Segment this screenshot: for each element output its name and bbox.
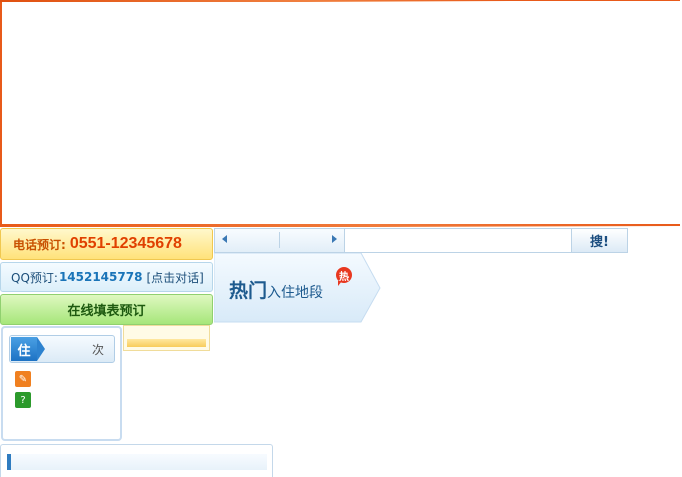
stay-panel: 住 次 ✎ ? <box>1 326 122 441</box>
hot-area-title: 热门入住地段 <box>229 276 323 303</box>
info-icon[interactable]: ? <box>15 392 31 408</box>
phone-label: 电话预订: <box>13 237 66 252</box>
bottom-panel-header <box>7 454 267 470</box>
stay-tag-arrow <box>37 337 45 361</box>
qq-chat-link[interactable]: [点击对话] <box>146 269 203 286</box>
stay-count: 次 <box>91 343 104 357</box>
stay-tag: 住 <box>11 337 37 361</box>
stay-header: 住 次 <box>9 335 115 363</box>
top-banner <box>0 0 680 226</box>
hot-tag-tail <box>338 281 342 286</box>
category-scroller <box>215 229 345 252</box>
yellow-tab[interactable] <box>123 325 210 351</box>
qq-number: 1452145778 <box>58 270 143 284</box>
banner-top-border <box>0 0 680 2</box>
search-bar: 搜! <box>214 228 628 253</box>
scroll-right-icon[interactable] <box>332 235 337 243</box>
hot-area-strong: 热门 <box>229 280 268 302</box>
hot-area-badge[interactable]: 热门入住地段 热 <box>214 253 382 323</box>
qq-reservation: QQ预订: 1452145778 [点击对话] <box>0 262 213 292</box>
scroller-divider <box>279 232 280 248</box>
phone-reservation: 电话预订: 0551-12345678 <box>0 228 213 260</box>
bottom-panel <box>0 444 273 477</box>
qq-label: QQ预订: <box>11 270 58 285</box>
search-button[interactable]: 搜! <box>571 229 627 252</box>
phone-number: 0551-12345678 <box>69 235 182 252</box>
scroll-left-icon[interactable] <box>222 235 227 243</box>
search-input[interactable] <box>346 230 569 251</box>
bottom-panel-marker <box>7 454 11 470</box>
banner-bottom-border <box>0 224 682 227</box>
document-icon[interactable]: ✎ <box>15 371 31 387</box>
online-form-button[interactable]: 在线填表预订 <box>0 294 213 325</box>
hot-area-light: 入住地段 <box>267 285 324 301</box>
